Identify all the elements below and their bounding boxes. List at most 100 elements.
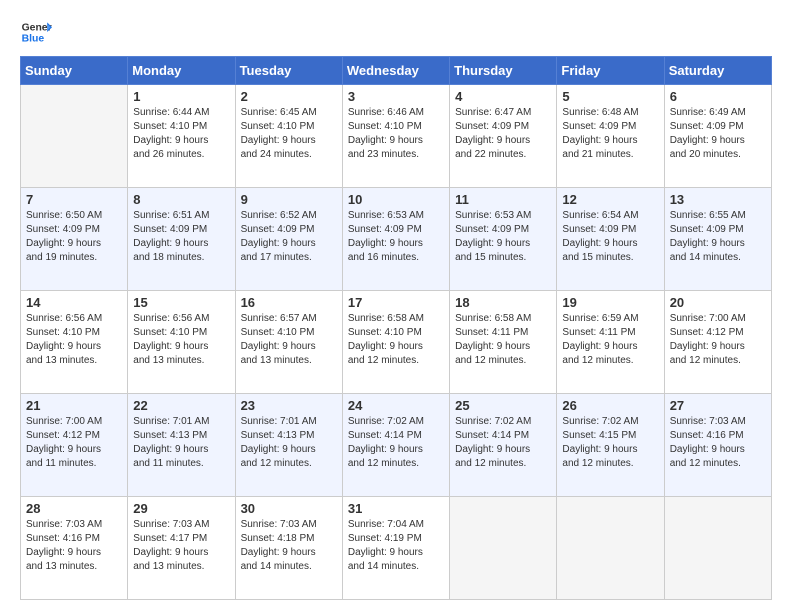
- page: General Blue SundayMondayTuesdayWednesda…: [0, 0, 792, 612]
- calendar-cell: 22Sunrise: 7:01 AM Sunset: 4:13 PM Dayli…: [128, 394, 235, 497]
- day-number: 30: [241, 501, 337, 516]
- day-number: 17: [348, 295, 444, 310]
- day-info: Sunrise: 7:03 AM Sunset: 4:16 PM Dayligh…: [670, 415, 766, 471]
- calendar-cell: 20 Sunrise: 7:00 AM Sunset: 4:12 PM Dayli…: [664, 291, 771, 394]
- day-number: 31: [348, 501, 444, 516]
- day-number: 5: [562, 89, 658, 104]
- calendar-cell: 25Sunrise: 7:02 AM Sunset: 4:14 PM Dayli…: [450, 394, 557, 497]
- calendar-cell: 28Sunrise: 7:03 AM Sunset: 4:16 PM Dayli…: [21, 497, 128, 600]
- week-row-2: 14 Sunrise: 6:56 AM Sunset: 4:10 PM Dayli…: [21, 291, 772, 394]
- calendar-cell: 3 Sunrise: 6:46 AM Sunset: 4:10 PM Daylig…: [342, 85, 449, 188]
- calendar-cell: 8Sunrise: 6:51 AM Sunset: 4:09 PM Daylig…: [128, 188, 235, 291]
- day-number: 21: [26, 398, 122, 413]
- day-info: Sunrise: 7:03 AM Sunset: 4:16 PM Dayligh…: [26, 518, 122, 574]
- day-info: Sunrise: 6:47 AM Sunset: 4:09 PM Dayligh…: [455, 106, 551, 162]
- calendar-cell: 24 Sunrise: 7:02 AM Sunset: 4:14 PM Dayli…: [342, 394, 449, 497]
- day-number: 10: [348, 192, 444, 207]
- day-info: Sunrise: 6:58 AM Sunset: 4:11 PM Dayligh…: [455, 312, 551, 368]
- header-day-thursday: Thursday: [450, 57, 557, 85]
- day-number: 12: [562, 192, 658, 207]
- calendar-cell: 17 Sunrise: 6:58 AM Sunset: 4:10 PM Dayli…: [342, 291, 449, 394]
- week-row-3: 21 Sunrise: 7:00 AM Sunset: 4:12 PM Dayli…: [21, 394, 772, 497]
- header-day-tuesday: Tuesday: [235, 57, 342, 85]
- day-number: 24: [348, 398, 444, 413]
- day-number: 4: [455, 89, 551, 104]
- calendar-body: 1 Sunrise: 6:44 AM Sunset: 4:10 PM Daylig…: [21, 85, 772, 600]
- day-number: 26: [562, 398, 658, 413]
- day-number: 11: [455, 192, 551, 207]
- week-row-4: 28Sunrise: 7:03 AM Sunset: 4:16 PM Dayli…: [21, 497, 772, 600]
- calendar-cell: 21 Sunrise: 7:00 AM Sunset: 4:12 PM Dayli…: [21, 394, 128, 497]
- calendar-header: SundayMondayTuesdayWednesdayThursdayFrid…: [21, 57, 772, 85]
- day-info: Sunrise: 6:58 AM Sunset: 4:10 PM Dayligh…: [348, 312, 444, 368]
- calendar-cell: 13 Sunrise: 6:55 AM Sunset: 4:09 PM Dayli…: [664, 188, 771, 291]
- day-info: Sunrise: 7:03 AM Sunset: 4:17 PM Dayligh…: [133, 518, 229, 574]
- day-number: 7: [26, 192, 122, 207]
- day-number: 9: [241, 192, 337, 207]
- day-info: Sunrise: 6:44 AM Sunset: 4:10 PM Dayligh…: [133, 106, 229, 162]
- calendar-cell: [557, 497, 664, 600]
- day-number: 22: [133, 398, 229, 413]
- day-number: 27: [670, 398, 766, 413]
- day-info: Sunrise: 7:03 AM Sunset: 4:18 PM Dayligh…: [241, 518, 337, 574]
- calendar-cell: 23 Sunrise: 7:01 AM Sunset: 4:13 PM Dayli…: [235, 394, 342, 497]
- calendar-cell: 4 Sunrise: 6:47 AM Sunset: 4:09 PM Daylig…: [450, 85, 557, 188]
- day-info: Sunrise: 6:50 AM Sunset: 4:09 PM Dayligh…: [26, 209, 122, 265]
- header-day-sunday: Sunday: [21, 57, 128, 85]
- day-number: 23: [241, 398, 337, 413]
- calendar-cell: 29 Sunrise: 7:03 AM Sunset: 4:17 PM Dayli…: [128, 497, 235, 600]
- day-number: 29: [133, 501, 229, 516]
- day-number: 20: [670, 295, 766, 310]
- calendar-cell: 14Sunrise: 6:56 AM Sunset: 4:10 PM Dayli…: [21, 291, 128, 394]
- day-number: 14: [26, 295, 122, 310]
- header-day-wednesday: Wednesday: [342, 57, 449, 85]
- day-info: Sunrise: 6:56 AM Sunset: 4:10 PM Dayligh…: [133, 312, 229, 368]
- header-day-monday: Monday: [128, 57, 235, 85]
- day-info: Sunrise: 7:00 AM Sunset: 4:12 PM Dayligh…: [26, 415, 122, 471]
- day-number: 19: [562, 295, 658, 310]
- header-row: SundayMondayTuesdayWednesdayThursdayFrid…: [21, 57, 772, 85]
- day-info: Sunrise: 6:46 AM Sunset: 4:10 PM Dayligh…: [348, 106, 444, 162]
- calendar-cell: 18Sunrise: 6:58 AM Sunset: 4:11 PM Dayli…: [450, 291, 557, 394]
- calendar-cell: 6Sunrise: 6:49 AM Sunset: 4:09 PM Daylig…: [664, 85, 771, 188]
- day-number: 6: [670, 89, 766, 104]
- day-number: 3: [348, 89, 444, 104]
- calendar-cell: 10 Sunrise: 6:53 AM Sunset: 4:09 PM Dayli…: [342, 188, 449, 291]
- calendar-cell: 11 Sunrise: 6:53 AM Sunset: 4:09 PM Dayli…: [450, 188, 557, 291]
- calendar-cell: 19Sunrise: 6:59 AM Sunset: 4:11 PM Dayli…: [557, 291, 664, 394]
- logo: General Blue: [20, 16, 52, 48]
- calendar-cell: 30 Sunrise: 7:03 AM Sunset: 4:18 PM Dayli…: [235, 497, 342, 600]
- day-number: 2: [241, 89, 337, 104]
- day-info: Sunrise: 6:52 AM Sunset: 4:09 PM Dayligh…: [241, 209, 337, 265]
- calendar-cell: 15Sunrise: 6:56 AM Sunset: 4:10 PM Dayli…: [128, 291, 235, 394]
- day-number: 25: [455, 398, 551, 413]
- day-info: Sunrise: 6:55 AM Sunset: 4:09 PM Dayligh…: [670, 209, 766, 265]
- week-row-1: 7 Sunrise: 6:50 AM Sunset: 4:09 PM Daylig…: [21, 188, 772, 291]
- svg-text:Blue: Blue: [22, 34, 45, 45]
- day-number: 16: [241, 295, 337, 310]
- calendar-table: SundayMondayTuesdayWednesdayThursdayFrid…: [20, 56, 772, 600]
- day-info: Sunrise: 6:53 AM Sunset: 4:09 PM Dayligh…: [455, 209, 551, 265]
- day-number: 1: [133, 89, 229, 104]
- day-info: Sunrise: 7:02 AM Sunset: 4:14 PM Dayligh…: [348, 415, 444, 471]
- calendar-cell: [664, 497, 771, 600]
- calendar-cell: 9 Sunrise: 6:52 AM Sunset: 4:09 PM Daylig…: [235, 188, 342, 291]
- calendar-cell: 16 Sunrise: 6:57 AM Sunset: 4:10 PM Dayli…: [235, 291, 342, 394]
- day-info: Sunrise: 6:48 AM Sunset: 4:09 PM Dayligh…: [562, 106, 658, 162]
- day-info: Sunrise: 7:00 AM Sunset: 4:12 PM Dayligh…: [670, 312, 766, 368]
- day-info: Sunrise: 7:01 AM Sunset: 4:13 PM Dayligh…: [241, 415, 337, 471]
- day-info: Sunrise: 7:02 AM Sunset: 4:15 PM Dayligh…: [562, 415, 658, 471]
- calendar-cell: 1 Sunrise: 6:44 AM Sunset: 4:10 PM Daylig…: [128, 85, 235, 188]
- day-info: Sunrise: 6:53 AM Sunset: 4:09 PM Dayligh…: [348, 209, 444, 265]
- day-number: 13: [670, 192, 766, 207]
- calendar-cell: 26 Sunrise: 7:02 AM Sunset: 4:15 PM Dayli…: [557, 394, 664, 497]
- logo-icon: General Blue: [20, 16, 52, 48]
- calendar-cell: 2Sunrise: 6:45 AM Sunset: 4:10 PM Daylig…: [235, 85, 342, 188]
- header: General Blue: [20, 16, 772, 48]
- calendar-cell: 5 Sunrise: 6:48 AM Sunset: 4:09 PM Daylig…: [557, 85, 664, 188]
- week-row-0: 1 Sunrise: 6:44 AM Sunset: 4:10 PM Daylig…: [21, 85, 772, 188]
- header-day-friday: Friday: [557, 57, 664, 85]
- calendar-cell: [21, 85, 128, 188]
- calendar-cell: 31Sunrise: 7:04 AM Sunset: 4:19 PM Dayli…: [342, 497, 449, 600]
- day-info: Sunrise: 6:57 AM Sunset: 4:10 PM Dayligh…: [241, 312, 337, 368]
